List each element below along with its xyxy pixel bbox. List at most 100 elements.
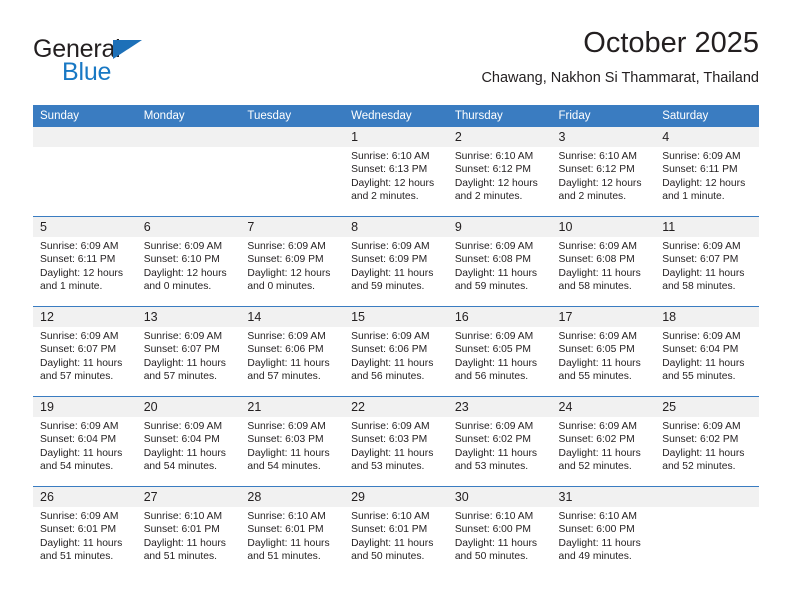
daylight-text-line2: and 59 minutes. (351, 281, 425, 293)
day-details: Sunrise: 6:10 AM Sunset: 6:01 PM Dayligh… (344, 507, 448, 576)
calendar-body: 1 Sunrise: 6:10 AM Sunset: 6:13 PM Dayli… (33, 127, 759, 576)
sunrise-text: Sunrise: 6:09 AM (454, 331, 534, 342)
day-cell[interactable]: 4 Sunrise: 6:09 AM Sunset: 6:11 PM Dayli… (655, 127, 759, 217)
sunset-text: Sunset: 6:02 PM (558, 434, 635, 446)
sunset-text: Sunset: 6:03 PM (247, 434, 324, 446)
day-cell[interactable]: 2 Sunrise: 6:10 AM Sunset: 6:12 PM Dayli… (447, 127, 552, 217)
day-number: 26 (33, 487, 137, 507)
sunset-text: Sunset: 6:05 PM (558, 344, 635, 356)
day-cell[interactable]: 24 Sunrise: 6:09 AM Sunset: 6:02 PM Dayl… (551, 396, 656, 487)
day-number: 31 (551, 487, 656, 507)
sunset-text: Sunset: 6:01 PM (351, 524, 428, 536)
daylight-text-line1: Daylight: 11 hours (351, 267, 434, 279)
sunset-text: Sunset: 6:06 PM (247, 344, 324, 356)
day-cell[interactable]: 3 Sunrise: 6:10 AM Sunset: 6:12 PM Dayli… (551, 127, 656, 217)
day-cell[interactable]: 27 Sunrise: 6:10 AM Sunset: 6:01 PM Dayl… (136, 486, 241, 576)
daylight-text-line2: and 50 minutes. (351, 551, 425, 563)
day-details: Sunrise: 6:09 AM Sunset: 6:06 PM Dayligh… (344, 327, 448, 396)
day-cell[interactable]: 5 Sunrise: 6:09 AM Sunset: 6:11 PM Dayli… (33, 216, 137, 307)
day-cell[interactable]: 15 Sunrise: 6:09 AM Sunset: 6:06 PM Dayl… (344, 306, 448, 397)
day-details: Sunrise: 6:09 AM Sunset: 6:09 PM Dayligh… (240, 237, 344, 306)
sunrise-text: Sunrise: 6:09 AM (558, 241, 637, 252)
day-cell[interactable]: 20 Sunrise: 6:09 AM Sunset: 6:04 PM Dayl… (136, 396, 241, 487)
daylight-text-line1: Daylight: 11 hours (40, 537, 123, 549)
sunrise-text: Sunrise: 6:09 AM (40, 421, 119, 432)
sunrise-text: Sunrise: 6:10 AM (351, 511, 430, 522)
daylight-text-line2: and 57 minutes. (247, 371, 321, 383)
day-details: Sunrise: 6:10 AM Sunset: 6:13 PM Dayligh… (344, 147, 448, 216)
day-cell[interactable]: 17 Sunrise: 6:09 AM Sunset: 6:05 PM Dayl… (551, 306, 656, 397)
daylight-text-line1: Daylight: 12 hours (351, 177, 435, 189)
day-cell[interactable]: 1 Sunrise: 6:10 AM Sunset: 6:13 PM Dayli… (344, 127, 448, 217)
day-details: Sunrise: 6:09 AM Sunset: 6:06 PM Dayligh… (240, 327, 344, 396)
daylight-text-line2: and 50 minutes. (454, 551, 529, 563)
day-cell[interactable]: 25 Sunrise: 6:09 AM Sunset: 6:02 PM Dayl… (655, 396, 759, 487)
day-details: Sunrise: 6:10 AM Sunset: 6:01 PM Dayligh… (240, 507, 344, 576)
daylight-text-line1: Daylight: 11 hours (454, 267, 538, 279)
daylight-text-line1: Daylight: 12 hours (558, 177, 642, 189)
general-blue-logo[interactable]: General Blue (33, 36, 253, 88)
day-number: 5 (33, 217, 137, 237)
day-cell[interactable]: 21 Sunrise: 6:09 AM Sunset: 6:03 PM Dayl… (240, 396, 345, 487)
daylight-text-line2: and 54 minutes. (247, 461, 321, 473)
sunrise-text: Sunrise: 6:10 AM (247, 511, 326, 522)
day-cell[interactable]: 26 Sunrise: 6:09 AM Sunset: 6:01 PM Dayl… (33, 486, 137, 576)
day-cell[interactable]: 29 Sunrise: 6:10 AM Sunset: 6:01 PM Dayl… (344, 486, 448, 576)
sunset-text: Sunset: 6:11 PM (40, 254, 116, 266)
week-row: 19 Sunrise: 6:09 AM Sunset: 6:04 PM Dayl… (33, 396, 759, 487)
sunset-text: Sunset: 6:06 PM (351, 344, 428, 356)
day-cell[interactable]: 8 Sunrise: 6:09 AM Sunset: 6:09 PM Dayli… (344, 216, 448, 307)
daylight-text-line2: and 58 minutes. (558, 281, 632, 293)
day-number (136, 127, 241, 147)
day-cell[interactable]: 22 Sunrise: 6:09 AM Sunset: 6:03 PM Dayl… (344, 396, 448, 487)
sunrise-text: Sunrise: 6:09 AM (351, 241, 430, 252)
sunset-text: Sunset: 6:11 PM (662, 164, 738, 176)
sunset-text: Sunset: 6:07 PM (662, 254, 739, 266)
day-cell[interactable]: 23 Sunrise: 6:09 AM Sunset: 6:02 PM Dayl… (447, 396, 552, 487)
day-cell[interactable]: 12 Sunrise: 6:09 AM Sunset: 6:07 PM Dayl… (33, 306, 137, 397)
day-number: 10 (551, 217, 656, 237)
day-cell[interactable]: 28 Sunrise: 6:10 AM Sunset: 6:01 PM Dayl… (240, 486, 345, 576)
day-cell[interactable]: 14 Sunrise: 6:09 AM Sunset: 6:06 PM Dayl… (240, 306, 345, 397)
day-details: Sunrise: 6:09 AM Sunset: 6:02 PM Dayligh… (655, 417, 759, 486)
day-cell (136, 127, 241, 217)
sunset-text: Sunset: 6:09 PM (247, 254, 324, 266)
daylight-text-line1: Daylight: 11 hours (351, 447, 434, 459)
sunrise-text: Sunrise: 6:09 AM (143, 331, 223, 342)
day-number: 24 (551, 397, 656, 417)
day-cell[interactable]: 18 Sunrise: 6:09 AM Sunset: 6:04 PM Dayl… (655, 306, 759, 397)
day-cell[interactable]: 19 Sunrise: 6:09 AM Sunset: 6:04 PM Dayl… (33, 396, 137, 487)
day-details: Sunrise: 6:10 AM Sunset: 6:01 PM Dayligh… (137, 507, 241, 576)
daylight-text-line1: Daylight: 12 hours (454, 177, 538, 189)
day-cell[interactable]: 16 Sunrise: 6:09 AM Sunset: 6:05 PM Dayl… (447, 306, 552, 397)
day-details (137, 147, 241, 216)
day-number: 12 (33, 307, 137, 327)
day-cell[interactable]: 6 Sunrise: 6:09 AM Sunset: 6:10 PM Dayli… (136, 216, 241, 307)
sunrise-text: Sunrise: 6:09 AM (351, 331, 430, 342)
day-details: Sunrise: 6:10 AM Sunset: 6:12 PM Dayligh… (448, 147, 552, 216)
day-cell[interactable]: 31 Sunrise: 6:10 AM Sunset: 6:00 PM Dayl… (551, 486, 656, 576)
sunset-text: Sunset: 6:05 PM (454, 344, 531, 356)
weekday-header-wednesday: Wednesday (344, 105, 448, 127)
day-cell[interactable]: 7 Sunrise: 6:09 AM Sunset: 6:09 PM Dayli… (240, 216, 345, 307)
day-number: 15 (344, 307, 448, 327)
week-row: 12 Sunrise: 6:09 AM Sunset: 6:07 PM Dayl… (33, 306, 759, 397)
sunset-text: Sunset: 6:02 PM (662, 434, 739, 446)
page-header: General Blue October 2025 Chawang, Nakho… (33, 25, 759, 97)
sunset-text: Sunset: 6:01 PM (40, 524, 117, 536)
day-cell[interactable]: 10 Sunrise: 6:09 AM Sunset: 6:08 PM Dayl… (551, 216, 656, 307)
page-title: October 2025 (583, 27, 759, 59)
daylight-text-line2: and 57 minutes. (40, 371, 114, 383)
day-cell[interactable]: 13 Sunrise: 6:09 AM Sunset: 6:07 PM Dayl… (136, 306, 241, 397)
sunrise-text: Sunrise: 6:09 AM (247, 241, 326, 252)
sunrise-text: Sunrise: 6:09 AM (662, 241, 741, 252)
day-number: 7 (240, 217, 345, 237)
day-details: Sunrise: 6:09 AM Sunset: 6:08 PM Dayligh… (448, 237, 552, 306)
sunrise-text: Sunrise: 6:09 AM (143, 421, 223, 432)
day-cell[interactable]: 9 Sunrise: 6:09 AM Sunset: 6:08 PM Dayli… (447, 216, 552, 307)
day-cell[interactable]: 30 Sunrise: 6:10 AM Sunset: 6:00 PM Dayl… (447, 486, 552, 576)
day-cell[interactable]: 11 Sunrise: 6:09 AM Sunset: 6:07 PM Dayl… (655, 216, 759, 307)
sunrise-text: Sunrise: 6:09 AM (454, 241, 534, 252)
daylight-text-line2: and 56 minutes. (351, 371, 425, 383)
daylight-text-line1: Daylight: 11 hours (247, 537, 330, 549)
